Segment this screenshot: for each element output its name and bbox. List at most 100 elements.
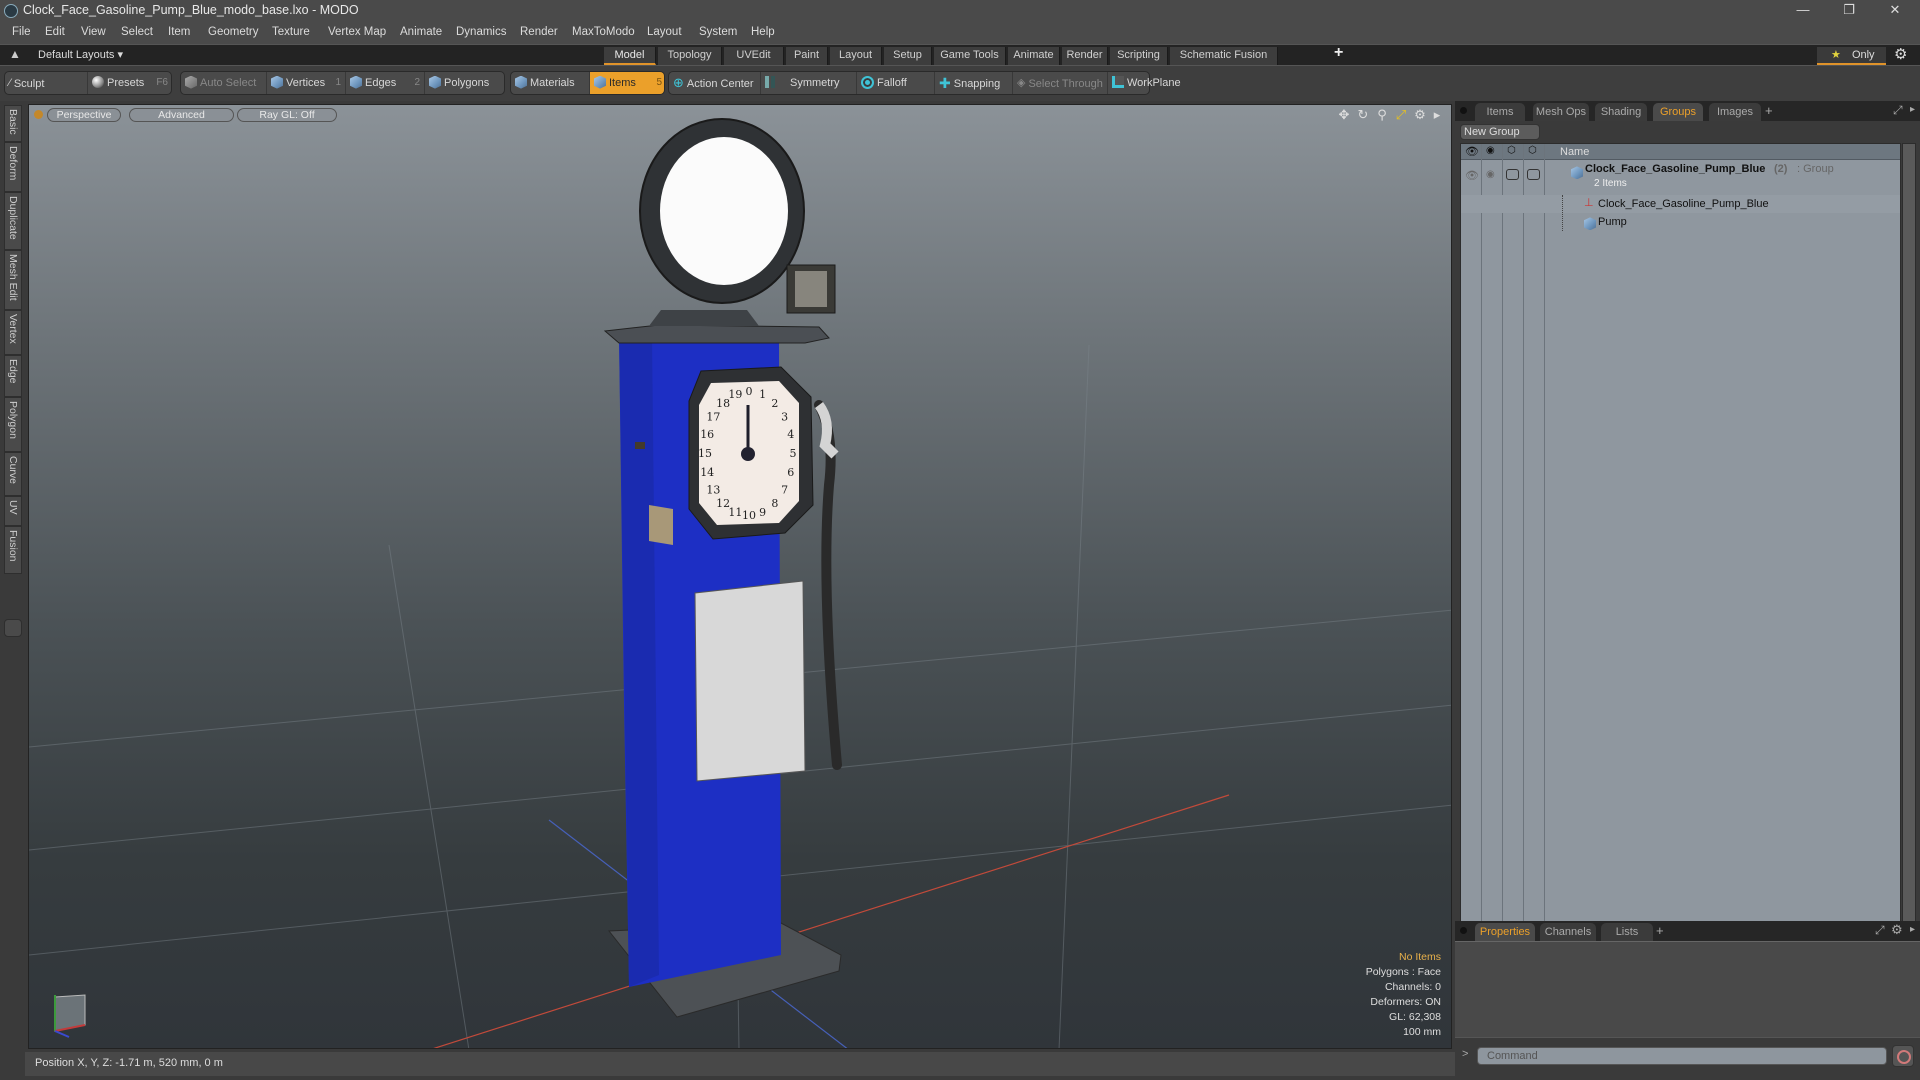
- group-row[interactable]: 👁 ◉ Clock_Face_Gasoline_Pump_Blue (2) : …: [1461, 161, 1900, 195]
- vtab-extra-toggle[interactable]: [4, 619, 22, 637]
- tab-uvedit[interactable]: UVEdit: [724, 47, 784, 65]
- panel-arrow-icon[interactable]: ▸: [1910, 924, 1915, 935]
- collapse-arrow-icon[interactable]: ▲: [9, 47, 21, 61]
- panel-menu-dot[interactable]: [1460, 107, 1467, 114]
- menu-view[interactable]: View: [81, 26, 106, 38]
- menu-render[interactable]: Render: [520, 26, 558, 38]
- new-group-button[interactable]: New Group: [1460, 124, 1540, 140]
- tab-topology[interactable]: Topology: [658, 47, 722, 65]
- visibility-toggle-icon[interactable]: 👁: [1465, 169, 1479, 182]
- viewport-options-dot[interactable]: [34, 110, 43, 119]
- 3d-viewport[interactable]: 0 1 2 3 4 5 6 7 8 9 10 11 12 13 14 15 16 17 18 19 Perspecti…: [28, 104, 1452, 1049]
- tab-mesh-ops[interactable]: Mesh Ops: [1533, 103, 1589, 121]
- vtab-fusion[interactable]: Fusion: [4, 526, 22, 574]
- menu-item[interactable]: Item: [168, 26, 190, 38]
- panel-arrow-icon[interactable]: ▸: [1910, 104, 1915, 115]
- expand-arrow-icon[interactable]: ▸: [1429, 107, 1445, 123]
- raygl-button[interactable]: Ray GL: Off: [237, 108, 337, 122]
- menu-texture[interactable]: Texture: [272, 26, 310, 38]
- menu-system[interactable]: System: [699, 26, 737, 38]
- tab-layout[interactable]: Layout: [830, 47, 882, 65]
- vtab-curve[interactable]: Curve: [4, 452, 22, 496]
- group-child-row[interactable]: ⊥ Clock_Face_Gasoline_Pump_Blue: [1461, 195, 1900, 231]
- tab-items[interactable]: Items: [1475, 103, 1525, 121]
- menu-select[interactable]: Select: [121, 26, 153, 38]
- visibility-header-icon[interactable]: 👁: [1465, 145, 1479, 158]
- vtab-duplicate[interactable]: Duplicate: [4, 192, 22, 250]
- add-tab-button[interactable]: +: [1765, 103, 1773, 118]
- tab-groups[interactable]: Groups: [1653, 103, 1703, 121]
- select-through-button[interactable]: ◈ Select Through: [1013, 72, 1108, 94]
- add-layout-button[interactable]: +: [1334, 44, 1343, 62]
- tab-render[interactable]: Render: [1062, 47, 1108, 65]
- rotate-view-icon[interactable]: ↻: [1355, 107, 1371, 123]
- select-header-icon[interactable]: ⬡: [1528, 145, 1537, 156]
- materials-button[interactable]: Materials: [511, 72, 590, 94]
- tab-game-tools[interactable]: Game Tools: [934, 47, 1006, 65]
- menu-maxtomodo[interactable]: MaxToModo: [572, 26, 635, 38]
- workplane-button[interactable]: WorkPlane: [1108, 72, 1198, 94]
- falloff-button[interactable]: Falloff: [857, 72, 935, 94]
- add-tab-button[interactable]: +: [1656, 923, 1664, 938]
- render-header-icon[interactable]: ◉: [1486, 145, 1495, 156]
- action-center-button[interactable]: ⊕ Action Center: [669, 72, 761, 94]
- polygons-button[interactable]: Polygons: [425, 72, 505, 94]
- vtab-uv[interactable]: UV: [4, 496, 22, 526]
- command-input[interactable]: Command: [1477, 1047, 1887, 1065]
- presets-button[interactable]: Presets F6: [88, 72, 172, 94]
- render-toggle-icon[interactable]: ◉: [1486, 169, 1495, 180]
- tab-model[interactable]: Model: [604, 47, 656, 65]
- settings-icon[interactable]: ⚙: [1412, 107, 1428, 123]
- menu-geometry[interactable]: Geometry: [208, 26, 259, 38]
- lock-toggle[interactable]: [1506, 169, 1519, 180]
- vertices-button[interactable]: Vertices 1: [267, 72, 346, 94]
- auto-select-button[interactable]: Auto Select: [181, 72, 267, 94]
- tab-properties[interactable]: Properties: [1475, 923, 1535, 941]
- menu-file[interactable]: File: [12, 26, 31, 38]
- expand-panel-icon[interactable]: ⤢: [1875, 923, 1885, 938]
- restore-button[interactable]: ❐: [1826, 0, 1872, 22]
- vtab-edge[interactable]: Edge: [4, 355, 22, 397]
- lock-header-icon[interactable]: ⬡: [1507, 145, 1516, 156]
- menu-layout[interactable]: Layout: [647, 26, 682, 38]
- menu-edit[interactable]: Edit: [45, 26, 65, 38]
- vtab-vertex[interactable]: Vertex: [4, 310, 22, 355]
- only-toggle[interactable]: ★ Only: [1817, 47, 1886, 65]
- menu-dynamics[interactable]: Dynamics: [456, 26, 506, 38]
- vtab-deform[interactable]: Deform: [4, 142, 22, 192]
- items-button[interactable]: Items 5: [590, 72, 664, 94]
- panel-menu-dot[interactable]: [1460, 927, 1467, 934]
- sculpt-button[interactable]: ⁄ Sculpt: [5, 72, 88, 94]
- gear-icon[interactable]: ⚙: [1894, 45, 1907, 63]
- snapping-button[interactable]: ✚ Snapping: [935, 72, 1013, 94]
- gear-icon[interactable]: ⚙: [1891, 922, 1903, 938]
- vtab-basic[interactable]: Basic: [4, 105, 22, 142]
- tab-setup[interactable]: Setup: [884, 47, 932, 65]
- tab-channels[interactable]: Channels: [1540, 923, 1596, 941]
- shading-mode-button[interactable]: Advanced: [129, 108, 234, 122]
- fit-view-icon[interactable]: ⤢: [1393, 107, 1409, 123]
- perspective-view-button[interactable]: Perspective: [47, 108, 121, 122]
- tab-paint[interactable]: Paint: [786, 47, 828, 65]
- move-view-icon[interactable]: ✥: [1336, 107, 1352, 123]
- edges-button[interactable]: Edges 2: [346, 72, 425, 94]
- gas-pump-model[interactable]: 0 12345678910111213141516171819: [29, 105, 1452, 1049]
- expand-panel-icon[interactable]: ⤢: [1893, 103, 1903, 118]
- minimize-button[interactable]: —: [1780, 0, 1826, 22]
- tab-animate[interactable]: Animate: [1008, 47, 1060, 65]
- menu-help[interactable]: Help: [751, 26, 775, 38]
- select-toggle[interactable]: [1527, 169, 1540, 180]
- group-child-row[interactable]: Pump: [1461, 213, 1900, 231]
- zoom-view-icon[interactable]: ⚲: [1374, 107, 1390, 123]
- menu-animate[interactable]: Animate: [400, 26, 442, 38]
- vtab-polygon[interactable]: Polygon: [4, 397, 22, 452]
- close-button[interactable]: ✕: [1872, 0, 1918, 22]
- tab-lists[interactable]: Lists: [1601, 923, 1653, 941]
- tab-schematic-fusion[interactable]: Schematic Fusion: [1170, 47, 1278, 65]
- record-macro-button[interactable]: [1892, 1045, 1914, 1067]
- menu-vertex-map[interactable]: Vertex Map: [328, 26, 386, 38]
- tab-images[interactable]: Images: [1709, 103, 1761, 121]
- tab-scripting[interactable]: Scripting: [1110, 47, 1168, 65]
- tab-shading[interactable]: Shading: [1595, 103, 1647, 121]
- symmetry-button[interactable]: Symmetry: [761, 72, 857, 94]
